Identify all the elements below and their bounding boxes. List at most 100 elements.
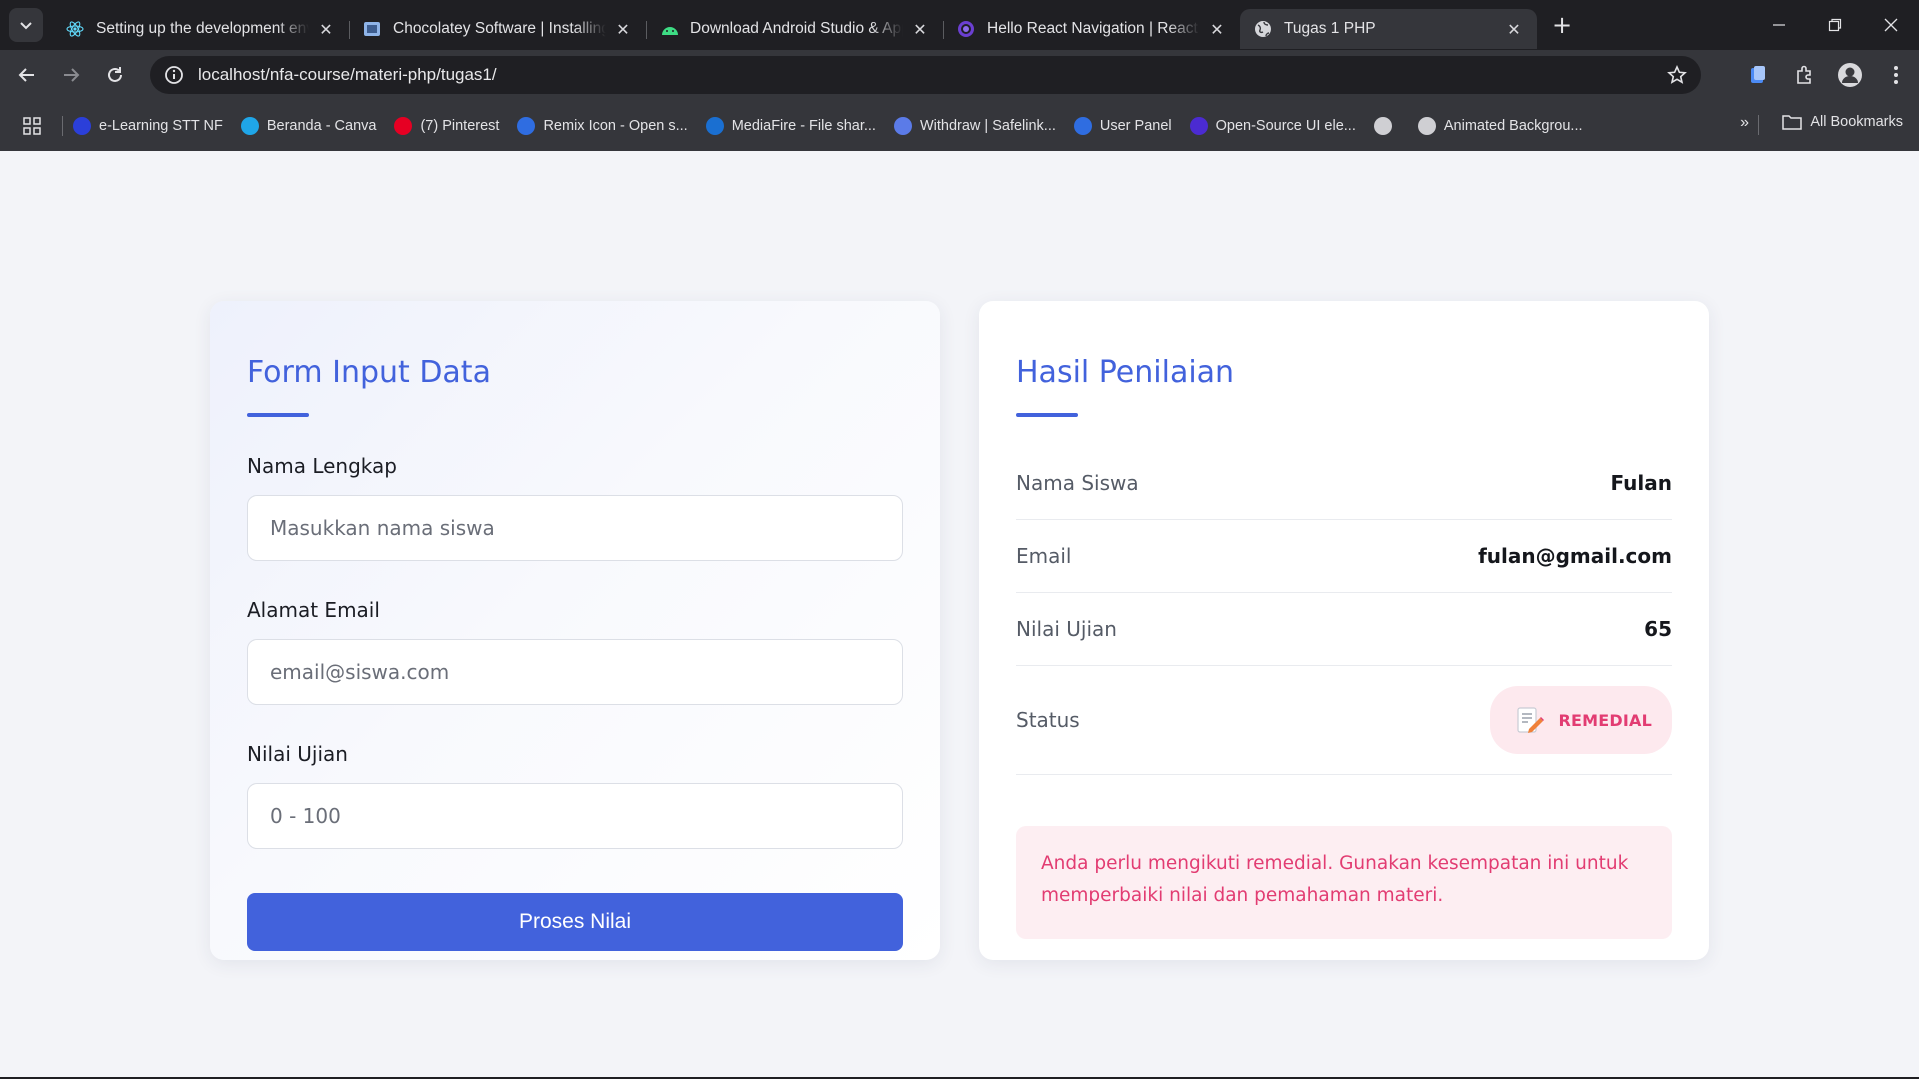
result-key: Email [1016, 544, 1072, 568]
result-title: Hasil Penilaian [1016, 355, 1235, 390]
bookmark-item[interactable]: Beranda - Canva [240, 116, 376, 135]
react-icon [66, 20, 84, 38]
result-card: Hasil Penilaian Nama Siswa Fulan Email f… [979, 301, 1709, 960]
globe-icon [1254, 20, 1272, 38]
bookmark-favicon-icon [1373, 116, 1392, 135]
bookmark-item[interactable]: MediaFire - File shar... [705, 116, 876, 135]
bookmark-item[interactable]: Animated Backgrou... [1417, 116, 1583, 135]
remedial-alert: Anda perlu mengikuti remedial. Gunakan k… [1016, 826, 1672, 939]
arrow-right-icon [64, 68, 80, 82]
more-bookmarks-icon[interactable]: » [1740, 114, 1749, 132]
bookmark-item[interactable]: Withdraw | Safelink... [893, 116, 1056, 135]
browser-tab[interactable]: Tugas 1 PHP ✕ [1240, 9, 1537, 49]
new-tab-button[interactable]: + [1545, 8, 1579, 42]
process-score-button[interactable]: Proses Nilai [247, 893, 903, 951]
memo-icon [1517, 707, 1545, 733]
bookmark-favicon-icon [893, 116, 912, 135]
form-card: Form Input Data Nama Lengkap Masukkan na… [210, 301, 940, 960]
name-input[interactable]: Masukkan nama siswa [247, 495, 903, 561]
react-navigation-icon [957, 20, 975, 38]
bookmark-label: Animated Backgrou... [1443, 117, 1583, 134]
score-placeholder: 0 - 100 [270, 804, 341, 828]
title-underline [1016, 413, 1078, 417]
email-input[interactable]: email@siswa.com [247, 639, 903, 705]
bookmark-label: User Panel [1099, 117, 1172, 134]
site-info-icon [165, 66, 183, 84]
result-row-score: Nilai Ujian 65 [1016, 593, 1672, 666]
name-placeholder: Masukkan nama siswa [270, 516, 495, 540]
bookmark-label: e-Learning STT NF [99, 117, 223, 134]
bookmark-item[interactable]: (7) Pinterest [394, 116, 500, 135]
result-row-email: Email fulan@gmail.com [1016, 520, 1672, 593]
email-label: Alamat Email [247, 598, 380, 622]
browser-tab[interactable]: Chocolatey Software | Installing Chocola… [349, 9, 647, 49]
folder-icon [1782, 115, 1803, 130]
close-tab-icon[interactable]: ✕ [1208, 20, 1226, 39]
bookmark-label: Open-Source UI ele... [1215, 117, 1356, 134]
result-key: Nilai Ujian [1016, 617, 1117, 641]
restore-button[interactable] [1807, 0, 1863, 50]
close-tab-icon[interactable]: ✕ [614, 20, 632, 39]
tab-title: Hello React Navigation | React Navigatio… [987, 20, 1200, 37]
title-underline [247, 413, 309, 417]
reload-icon [108, 67, 122, 82]
tab-title: Download Android Studio & App Tools [690, 20, 903, 37]
profile-avatar[interactable] [1827, 50, 1873, 100]
url-text[interactable]: localhost/nfa-course/materi-php/tugas1/ [198, 65, 497, 85]
close-tab-icon[interactable]: ✕ [1505, 20, 1523, 39]
bookmark-item[interactable]: e-Learning STT NF [73, 116, 223, 135]
minimize-button[interactable] [1751, 0, 1807, 50]
chocolatey-icon [363, 20, 381, 38]
tab-title: Tugas 1 PHP [1284, 20, 1376, 37]
page-body: Form Input Data Nama Lengkap Masukkan na… [0, 151, 1919, 1079]
bookmark-item[interactable]: Remix Icon - Open s... [517, 116, 688, 135]
status-badge: REMEDIAL [1490, 686, 1672, 754]
tab-title: Setting up the development environment [96, 20, 309, 37]
bookmark-favicon-icon [1189, 116, 1208, 135]
tab-strip: Setting up the development environment ✕ C… [0, 0, 1919, 50]
bookmark-label: Remix Icon - Open s... [543, 117, 688, 134]
extensions-icon[interactable] [1781, 50, 1827, 100]
bookmarks-bar: e-Learning STT NF Beranda - Canva (7) Pint… [0, 100, 1919, 151]
bookmark-favicon-icon [705, 116, 724, 135]
android-icon [660, 20, 678, 38]
bookmark-item[interactable] [1373, 116, 1400, 135]
browser-tab[interactable]: Download Android Studio & App Tools ✕ [646, 9, 944, 49]
close-tab-icon[interactable]: ✕ [317, 20, 335, 39]
status-value: REMEDIAL [1558, 710, 1652, 730]
address-bar[interactable]: localhost/nfa-course/materi-php/tugas1/ [150, 56, 1701, 94]
result-key: Nama Siswa [1016, 471, 1139, 495]
close-tab-icon[interactable]: ✕ [911, 20, 929, 39]
result-value: fulan@gmail.com [1478, 544, 1672, 568]
result-list: Nama Siswa Fulan Email fulan@gmail.com N… [1016, 447, 1672, 775]
apps-icon[interactable] [20, 114, 44, 138]
result-row-status: Status REMEDIAL [1016, 666, 1672, 775]
reload-button[interactable] [98, 58, 132, 92]
bookmark-label: MediaFire - File shar... [731, 117, 876, 134]
bookmark-favicon-icon [73, 116, 91, 135]
result-row-name: Nama Siswa Fulan [1016, 447, 1672, 520]
chevron-down-icon [20, 22, 32, 30]
browser-toolbar: localhost/nfa-course/materi-php/tugas1/ [0, 50, 1919, 100]
score-input[interactable]: 0 - 100 [247, 783, 903, 849]
arrow-left-icon [18, 68, 34, 82]
bookmark-favicon-icon [1073, 116, 1092, 135]
bookmark-item[interactable]: Open-Source UI ele... [1189, 116, 1356, 135]
drive-extension-icon[interactable] [1735, 50, 1781, 100]
bookmark-label: (7) Pinterest [420, 117, 500, 134]
bookmark-favicon-icon [517, 116, 536, 135]
form-title: Form Input Data [247, 355, 491, 390]
bookmark-item[interactable]: User Panel [1073, 116, 1172, 135]
close-window-button[interactable] [1863, 0, 1919, 50]
name-label: Nama Lengkap [247, 454, 397, 478]
browser-tab[interactable]: Hello React Navigation | React Navigatio… [943, 9, 1240, 49]
menu-icon[interactable] [1873, 50, 1919, 100]
forward-button[interactable] [54, 58, 88, 92]
status-key: Status [1016, 708, 1080, 732]
all-bookmarks-button[interactable]: All Bookmarks [1782, 114, 1903, 130]
bookmark-favicon-icon [240, 116, 259, 135]
browser-tab[interactable]: Setting up the development environment ✕ [52, 9, 350, 49]
back-button[interactable] [10, 58, 44, 92]
score-label: Nilai Ujian [247, 742, 348, 766]
tab-search-button[interactable] [9, 8, 43, 42]
